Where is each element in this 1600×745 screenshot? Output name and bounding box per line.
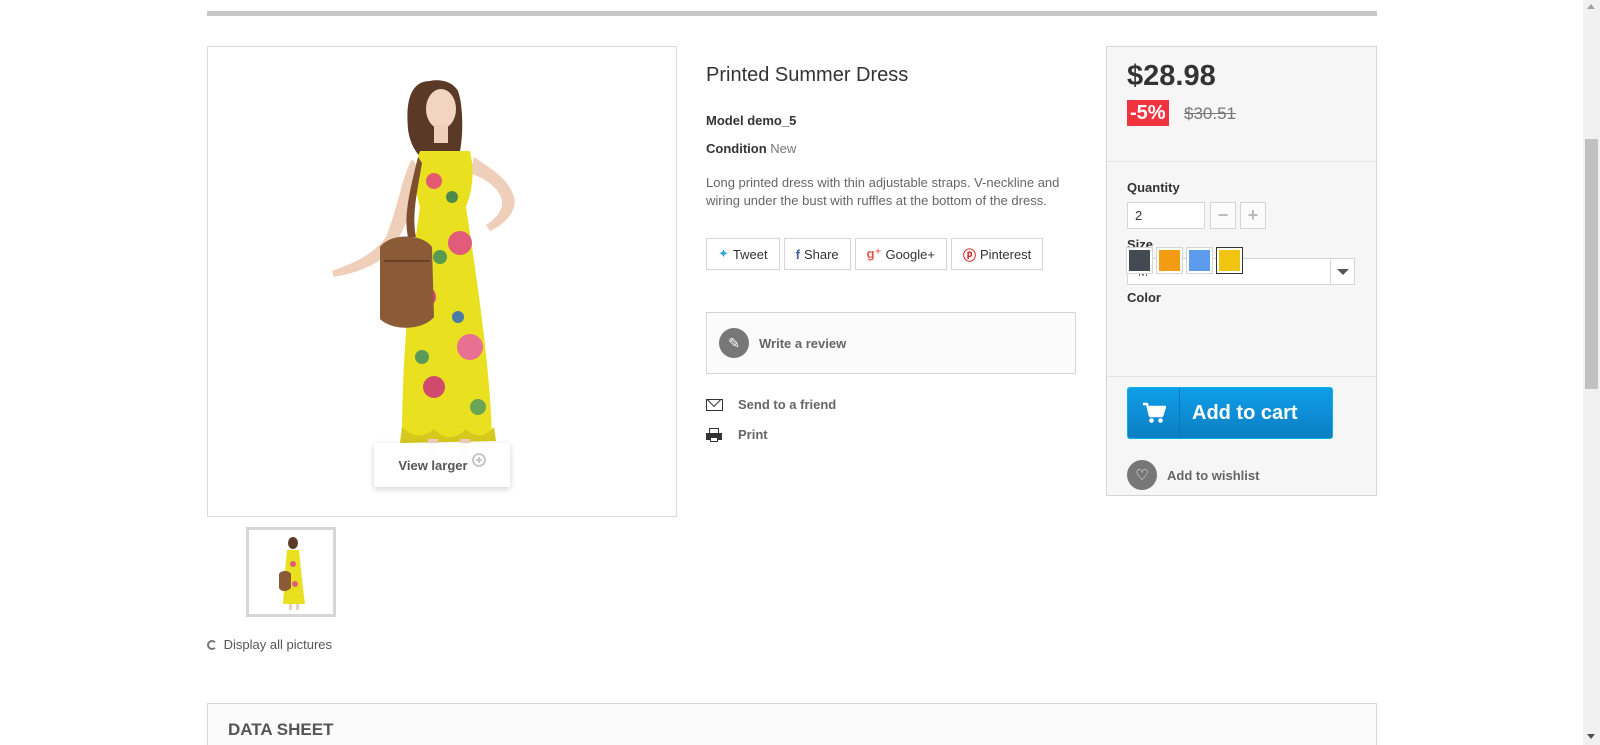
buy-box: $28.98 -5% $30.51 Quantity 2 − + Size M … <box>1106 46 1377 496</box>
add-to-wishlist-link[interactable]: ♡ Add to wishlist <box>1127 460 1259 490</box>
heart-icon: ♡ <box>1127 460 1157 490</box>
model-line: Model demo_5 <box>706 113 796 128</box>
page-scrollbar[interactable] <box>1583 0 1600 745</box>
color-label: Color <box>1127 290 1161 305</box>
scroll-down-arrow-icon[interactable] <box>1587 734 1595 739</box>
send-to-friend-link[interactable]: Send to a friend <box>706 397 836 412</box>
facebook-icon: f <box>795 246 800 262</box>
top-divider <box>207 11 1377 16</box>
data-sheet-title: DATA SHEET <box>228 720 334 739</box>
product-description: Long printed dress with thin adjustable … <box>706 175 1060 208</box>
write-review-box[interactable]: ✎ Write a review <box>706 312 1076 374</box>
discount-badge: -5% <box>1127 100 1169 126</box>
product-page: View larger Display all pictures Printed… <box>0 0 1600 745</box>
facebook-share-button[interactable]: f Share <box>783 238 851 270</box>
zoom-plus-icon <box>471 453 486 467</box>
cart-icon <box>1128 388 1180 438</box>
condition-value: New <box>770 141 797 156</box>
quantity-input[interactable]: 2 <box>1127 202 1205 229</box>
data-sheet-section: DATA SHEET <box>207 703 1377 745</box>
write-review-link[interactable]: Write a review <box>759 336 846 351</box>
chevron-down-icon <box>1330 259 1354 284</box>
share-label: Share <box>803 246 839 262</box>
printer-icon <box>706 427 722 442</box>
thumbnail-photo <box>279 537 305 610</box>
pencil-icon: ✎ <box>719 328 749 358</box>
refresh-icon <box>207 640 217 650</box>
model-value: demo_5 <box>747 113 797 128</box>
twitter-icon: ✦ <box>718 246 729 261</box>
social-share-bar: ✦ Tweet f Share g⁺ Google+ ⓟ Pinterest <box>706 238 1044 270</box>
quantity-minus-button[interactable]: − <box>1210 202 1236 229</box>
view-larger-label: View larger <box>398 457 468 473</box>
color-swatch[interactable] <box>1156 247 1183 274</box>
current-price: $28.98 <box>1127 60 1216 92</box>
product-title: Printed Summer Dress <box>706 64 909 86</box>
color-swatch[interactable] <box>1186 247 1213 274</box>
condition-label: Condition <box>706 141 767 156</box>
quantity-plus-button[interactable]: + <box>1240 202 1266 229</box>
pinterest-label: Pinterest <box>979 246 1032 262</box>
send-friend-label: Send to a friend <box>738 397 837 412</box>
color-swatch[interactable] <box>1126 247 1153 274</box>
color-swatches <box>1126 247 1243 274</box>
display-all-pictures-link[interactable]: Display all pictures <box>207 637 332 652</box>
thumbnail[interactable] <box>246 527 336 617</box>
display-all-label: Display all pictures <box>223 637 332 652</box>
pinterest-button[interactable]: ⓟ Pinterest <box>950 238 1044 270</box>
color-swatch[interactable] <box>1216 247 1243 274</box>
googleplus-icon: g⁺ <box>866 246 882 261</box>
print-label: Print <box>738 427 768 442</box>
quantity-label: Quantity <box>1127 180 1180 195</box>
tweet-button[interactable]: ✦ Tweet <box>706 238 780 270</box>
googleplus-label: Google+ <box>885 246 935 262</box>
googleplus-button[interactable]: g⁺ Google+ <box>854 238 947 270</box>
price-area: $28.98 -5% $30.51 <box>1107 47 1376 162</box>
scroll-up-arrow-icon[interactable] <box>1587 4 1595 9</box>
add-to-cart-button[interactable]: Add to cart <box>1127 387 1333 439</box>
add-to-cart-label: Add to cart <box>1192 401 1298 424</box>
model-label: Model <box>706 113 744 128</box>
scrollbar-thumb[interactable] <box>1585 139 1598 389</box>
condition-line: Condition New <box>706 141 796 156</box>
old-price: $30.51 <box>1184 104 1236 123</box>
wishlist-label: Add to wishlist <box>1167 467 1260 483</box>
print-link[interactable]: Print <box>706 427 768 442</box>
product-image-frame[interactable]: View larger <box>207 46 677 517</box>
tweet-label: Tweet <box>732 246 768 262</box>
pinterest-icon: ⓟ <box>962 247 976 263</box>
envelope-icon <box>706 398 723 411</box>
view-larger-button[interactable]: View larger <box>374 443 510 487</box>
